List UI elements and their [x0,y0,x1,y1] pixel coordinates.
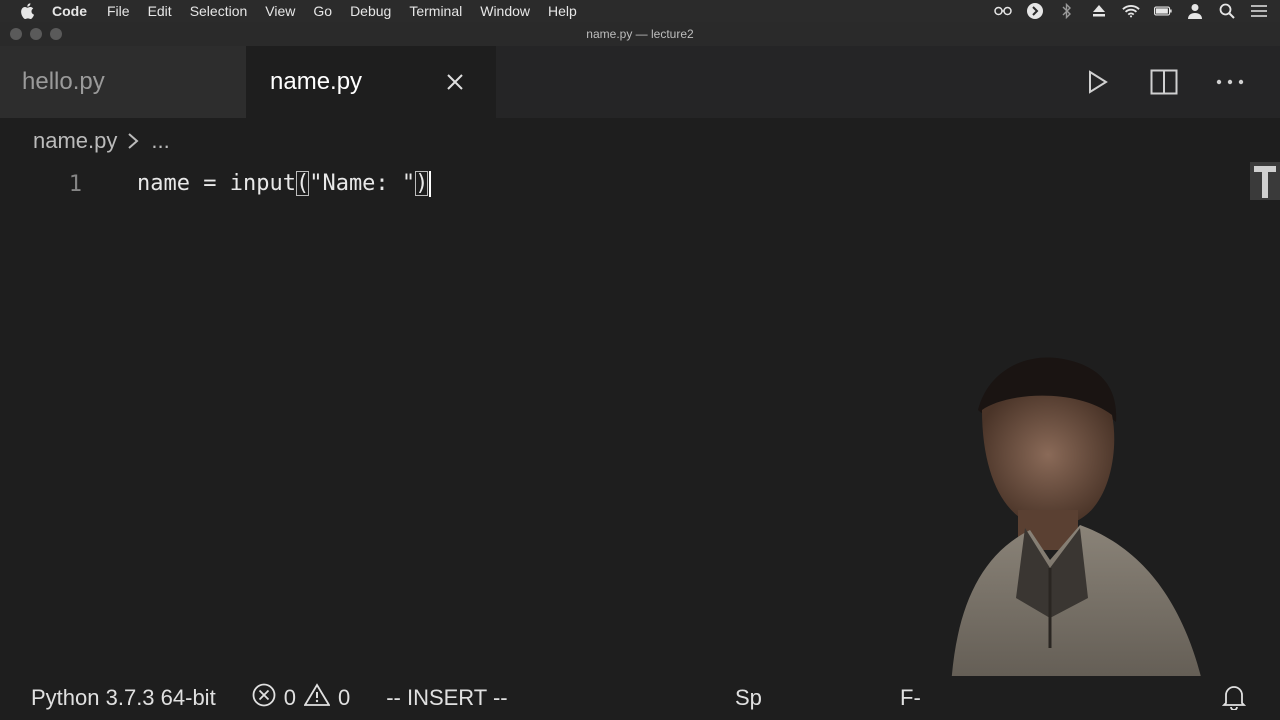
eject-icon[interactable] [1090,3,1108,19]
tab-hello-py[interactable]: hello.py [0,46,246,118]
minimap[interactable] [1250,162,1280,202]
wifi-icon[interactable] [1122,3,1140,19]
menu-help[interactable]: Help [548,3,577,19]
macos-menu-bar: Code File Edit Selection View Go Debug T… [0,0,1280,22]
error-icon [252,683,276,713]
editor-actions [1084,46,1244,118]
window-controls [10,28,62,40]
menu-view[interactable]: View [265,3,295,19]
editor-tab-bar: hello.py name.py [0,46,1280,118]
bluetooth-icon[interactable] [1058,3,1076,19]
window-title-bar: name.py — lecture2 [0,22,1280,46]
menu-selection[interactable]: Selection [190,3,248,19]
bell-icon[interactable] [1221,684,1248,712]
breadcrumb-file[interactable]: name.py [33,128,117,154]
vim-mode-status: -- INSERT -- [386,685,508,710]
code-line[interactable]: 1 name = input("Name: ") [0,166,1240,202]
menu-file[interactable]: File [107,3,130,19]
menu-window[interactable]: Window [480,3,530,19]
glasses-icon[interactable] [994,3,1012,19]
close-icon[interactable] [444,71,466,93]
line-content[interactable]: name = input("Name: ") [137,171,432,197]
list-icon[interactable] [1250,3,1268,19]
text-cursor [429,171,432,197]
dark-circle-icon[interactable] [1026,3,1044,19]
indentation-status[interactable]: Sp [735,685,762,711]
code-token-call: name = input [137,171,296,196]
more-actions-icon[interactable] [1216,68,1244,96]
close-window-button[interactable] [10,28,22,40]
code-token-string: "Name: " [309,171,416,196]
user-icon[interactable] [1186,3,1204,19]
encoding-status[interactable]: F- [900,685,921,711]
breadcrumb-symbol[interactable]: ... [151,128,169,154]
menu-debug[interactable]: Debug [350,3,391,19]
error-count: 0 [283,685,296,710]
apple-icon[interactable] [20,3,38,19]
tab-label: name.py [270,68,363,95]
window-title: name.py — lecture2 [586,27,694,41]
problems-status[interactable]: 0 0 [252,683,351,713]
status-bar: Python 3.7.3 64-bit 0 0 -- INSERT -- Sp … [0,676,1280,720]
warning-icon [303,683,331,713]
run-icon[interactable] [1084,68,1112,96]
minimize-window-button[interactable] [30,28,42,40]
line-number: 1 [68,171,82,197]
menu-go[interactable]: Go [313,3,332,19]
breadcrumb: name.py ... [33,126,170,156]
battery-icon[interactable] [1154,3,1172,19]
menu-terminal[interactable]: Terminal [409,3,462,19]
python-interpreter-status[interactable]: Python 3.7.3 64-bit [31,685,216,711]
bracket-match-close: ) [415,171,429,196]
menu-extras [994,0,1268,22]
minimap-line [1262,166,1268,198]
presenter-video [950,357,1210,720]
split-editor-icon[interactable] [1150,68,1178,96]
zoom-window-button[interactable] [50,28,62,40]
bracket-match-open: ( [295,171,310,196]
presenter-face [982,395,1115,528]
chevron-right-icon [127,132,141,150]
tab-label: hello.py [22,68,105,95]
warning-count: 0 [337,685,351,710]
tab-name-py[interactable]: name.py [246,46,496,118]
menu-app-code[interactable]: Code [52,3,87,19]
search-icon[interactable] [1218,3,1236,19]
menu-edit[interactable]: Edit [148,3,172,19]
